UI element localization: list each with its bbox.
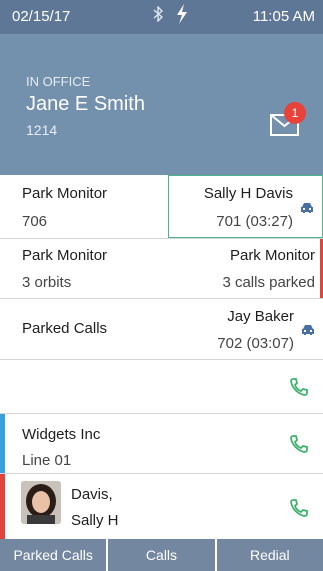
phone-icon[interactable] [289,377,309,397]
park-monitor-key-parked[interactable]: Park Monitor 3 calls parked [168,239,323,298]
parked-call-sally-davis[interactable]: Sally H Davis 701 (03:27) [168,175,323,238]
parked-call-jay-baker[interactable]: Jay Baker 702 (03:07) [168,299,323,359]
parked-calls-key[interactable]: Parked Calls [0,299,168,359]
lightning-bolt-icon [175,4,189,29]
line-key-row-4[interactable] [0,360,323,414]
softkey-redial[interactable]: Redial [216,539,323,571]
key-sublabel: 706 [22,213,48,230]
softkey-calls[interactable]: Calls [108,539,217,571]
user-header: IN OFFICE Jane E Smith 1214 [0,34,323,175]
phone-icon[interactable] [289,498,309,518]
parked-orbit-time: 702 (03:07) [217,335,294,352]
parked-orbit-time: 701 (03:27) [216,213,293,230]
park-monitor-key-706[interactable]: Park Monitor 706 [0,175,168,238]
parked-caller-name: Sally H Davis [203,185,293,202]
park-monitor-key-orbits[interactable]: Park Monitor 3 orbits [0,239,168,298]
presence-status: IN OFFICE [26,74,91,89]
key-label: Park Monitor [22,247,108,264]
key-sublabel: 3 orbits [22,274,72,291]
voicemail-count-badge: 1 [284,102,306,124]
softkey-bar: Parked Calls Calls Redial [0,539,323,571]
car-icon [301,323,315,335]
line-key-row-1: Park Monitor 706 Sally H Davis 701 (03:2… [0,175,323,239]
parked-caller-name: Jay Baker [227,308,294,325]
line-indicator [0,414,5,473]
key-label: Park Monitor [22,185,108,202]
user-name: Jane E Smith [26,93,145,115]
bluetooth-icon [153,5,164,26]
status-time: 11:05 AM [252,8,315,25]
line-sublabel: Line 01 [22,452,72,469]
softkey-parked-calls[interactable]: Parked Calls [0,539,109,571]
key-label: Park Monitor [229,247,315,264]
key-sublabel: 3 calls parked [222,274,315,291]
line-indicator [0,474,5,539]
user-extension: 1214 [26,122,58,138]
line-key-row-2: Park Monitor 3 orbits Park Monitor 3 cal… [0,239,323,299]
line-key-row-5[interactable]: Widgets Inc Line 01 [0,414,323,474]
status-bar: 02/15/17 11:05 AM [0,0,323,34]
phone-icon[interactable] [289,434,309,454]
line-label: Widgets Inc [22,426,101,443]
key-label: Parked Calls [22,320,108,337]
contact-avatar [21,481,61,524]
contact-name-line1: Davis, [71,486,113,503]
status-date: 02/15/17 [12,8,71,25]
line-key-row-3: Parked Calls Jay Baker 702 (03:07) [0,299,323,360]
line-key-row-6[interactable]: Davis, Sally H [0,474,323,539]
car-icon [300,201,314,213]
contact-name-line2: Sally H [71,512,119,529]
